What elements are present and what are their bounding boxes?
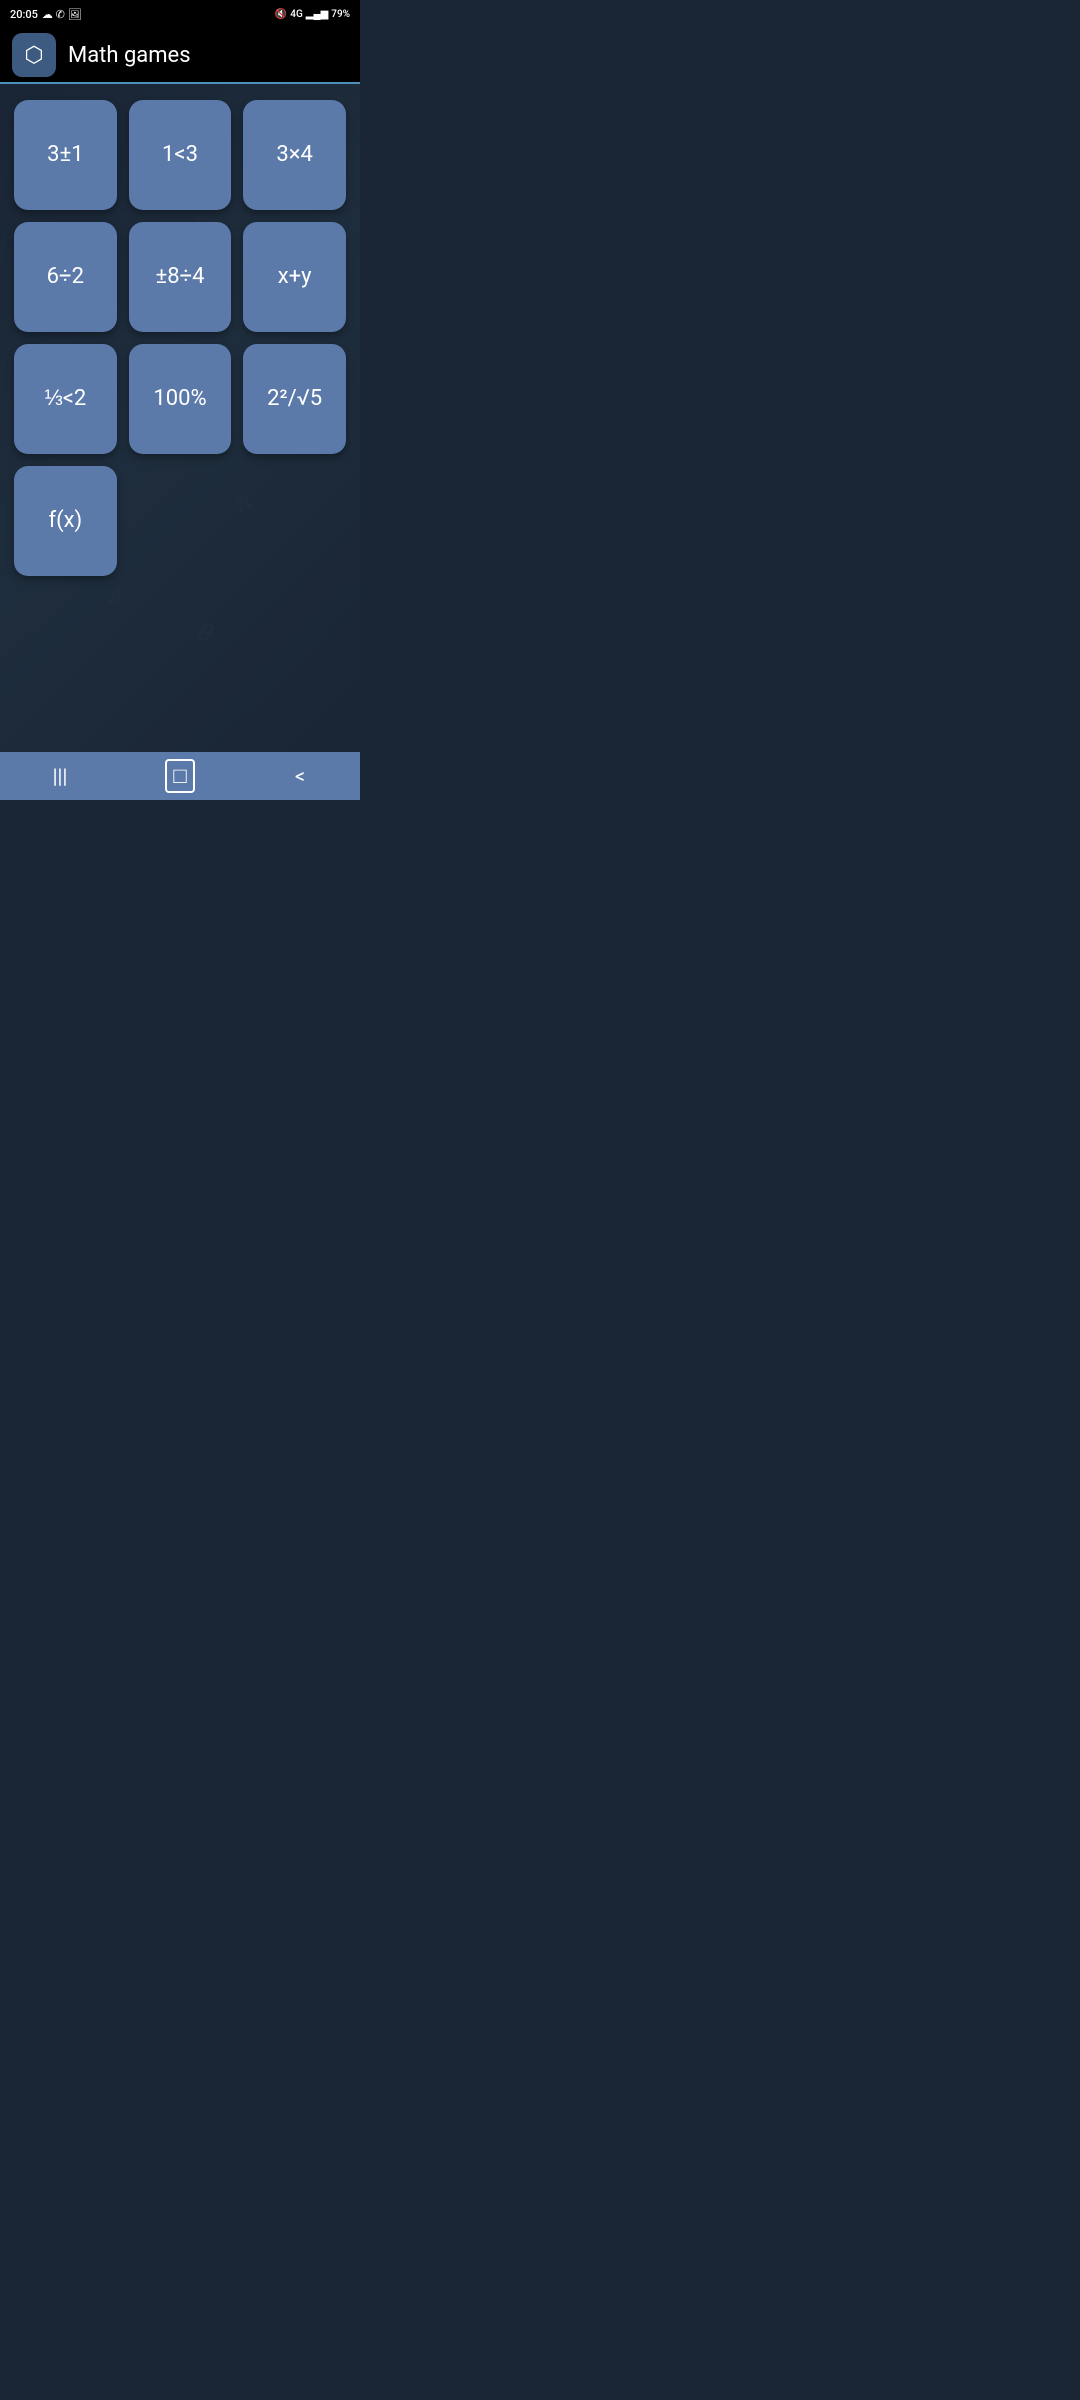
game-card-label: 1<3 [162, 142, 198, 168]
time: 20:05 [10, 8, 38, 21]
recent-apps-icon: ||| [53, 764, 68, 788]
game-card-powers-roots[interactable]: 2²/√5 [243, 344, 346, 454]
game-card-label: 6÷2 [47, 264, 84, 290]
game-card-division[interactable]: 6÷2 [14, 222, 117, 332]
mute-icon: 🔇 [275, 9, 287, 20]
game-card-functions[interactable]: f(x) [14, 466, 117, 576]
status-bar-left: 20:05 ☁ ✆ 🖼 [10, 8, 82, 21]
game-card-label: ±8÷4 [155, 264, 204, 290]
signal-icons: ☁ ✆ 🖼 [42, 8, 82, 21]
app-header: ⬡ Math games [0, 28, 360, 84]
game-card-addition-subtraction[interactable]: 3±1 [14, 100, 117, 210]
game-card-label: 100% [153, 386, 206, 412]
game-card-label: ⅓<2 [44, 386, 86, 412]
back-icon: < [295, 764, 305, 788]
game-card-algebra[interactable]: x+y [243, 222, 346, 332]
signal-bars: ▂▄▆ [306, 9, 328, 20]
network-label: 4G [290, 9, 303, 20]
game-card-percentage[interactable]: 100% [129, 344, 232, 454]
recent-apps-button[interactable]: ||| [30, 752, 90, 800]
home-button[interactable]: □ [150, 752, 210, 800]
game-grid-last-row: f(x) [14, 466, 346, 576]
game-card-label: x+y [278, 264, 312, 290]
app-icon-symbol: ⬡ [24, 43, 43, 68]
status-bar-right: 🔇 4G ▂▄▆ 79% [275, 9, 350, 20]
game-card-label: 3±1 [47, 142, 84, 168]
app-icon: ⬡ [12, 33, 56, 77]
game-grid: 3±1 1<3 3×4 6÷2 ±8÷4 x+y ⅓<2 100% 2²/√5 [14, 100, 346, 454]
status-bar: 20:05 ☁ ✆ 🖼 🔇 4G ▂▄▆ 79% [0, 0, 360, 28]
game-card-label: 2²/√5 [267, 386, 322, 412]
game-card-mixed-division[interactable]: ±8÷4 [129, 222, 232, 332]
game-card-comparison[interactable]: 1<3 [129, 100, 232, 210]
game-card-multiplication[interactable]: 3×4 [243, 100, 346, 210]
main-content: ∫ x² ∑ √ π Δ y=mx+b θ ∞ a²+b²=c² 3±1 1<3… [0, 84, 360, 752]
battery: 79% [331, 9, 350, 20]
nav-bar: ||| □ < [0, 752, 360, 800]
game-card-fractions[interactable]: ⅓<2 [14, 344, 117, 454]
home-icon: □ [165, 759, 194, 793]
game-card-label: f(x) [48, 508, 82, 534]
back-button[interactable]: < [270, 752, 330, 800]
game-card-label: 3×4 [276, 142, 312, 168]
app-title: Math games [68, 43, 191, 68]
